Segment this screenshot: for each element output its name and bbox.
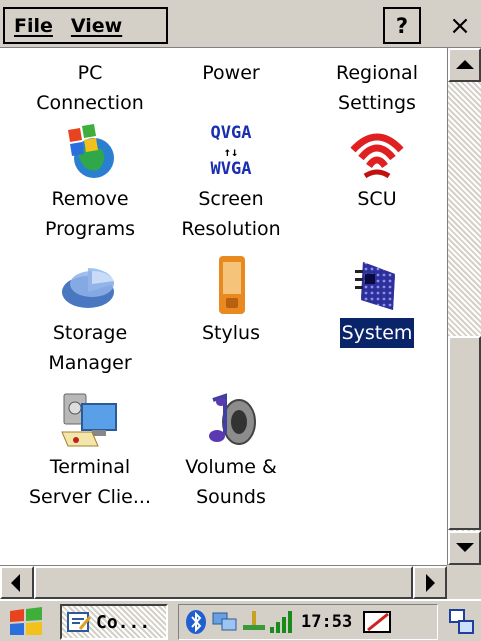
taskbar: Co... 17:53 bbox=[0, 599, 481, 641]
item-label: System bbox=[338, 317, 416, 349]
stylus-icon bbox=[219, 256, 245, 314]
system-icon bbox=[355, 262, 395, 310]
close-button[interactable]: × bbox=[441, 7, 479, 44]
control-panel-content: PC Connection Power Regional Settings Re… bbox=[0, 48, 447, 565]
scroll-right-button[interactable] bbox=[413, 566, 447, 599]
screen-resolution-icon: QVGA ↑↓ WVGA bbox=[211, 123, 252, 179]
signal-strength-icon[interactable] bbox=[269, 609, 293, 635]
item-scu[interactable]: SCU bbox=[307, 120, 447, 214]
network-icon[interactable] bbox=[211, 609, 239, 635]
input-panel-icon[interactable] bbox=[362, 608, 394, 636]
item-label: Server Clie... bbox=[29, 486, 151, 508]
horizontal-scroll-thumb[interactable] bbox=[34, 566, 413, 599]
item-label: Regional bbox=[336, 62, 418, 84]
item-label: Screen bbox=[198, 188, 264, 210]
menu-bar: File View ? × bbox=[0, 0, 481, 48]
item-power[interactable]: Power bbox=[161, 58, 301, 88]
taskbar-window-button[interactable]: Co... bbox=[60, 604, 168, 640]
arrow-right-icon bbox=[426, 574, 435, 592]
power-plug-icon[interactable] bbox=[241, 609, 267, 635]
clock[interactable]: 17:53 bbox=[301, 612, 352, 632]
item-label: Stylus bbox=[202, 322, 260, 344]
item-label: PC bbox=[77, 62, 103, 84]
item-volume-sounds[interactable]: Volume & Sounds bbox=[161, 388, 301, 512]
item-label: Resolution bbox=[181, 218, 281, 240]
item-label: Manager bbox=[48, 352, 132, 374]
arrow-up-icon bbox=[455, 60, 474, 69]
vertical-scrollbar[interactable] bbox=[447, 48, 481, 565]
arrow-down-icon bbox=[455, 543, 474, 552]
icon-wvga-text: WVGA bbox=[211, 159, 252, 179]
item-label: Remove bbox=[51, 188, 129, 210]
item-remove-programs[interactable]: Remove Programs bbox=[20, 120, 160, 244]
arrow-left-icon bbox=[11, 574, 20, 592]
item-label: Power bbox=[202, 62, 260, 84]
menu-group: File View bbox=[3, 7, 168, 44]
item-label: Sounds bbox=[196, 486, 266, 508]
view-menu[interactable]: View bbox=[62, 15, 131, 37]
item-label: Connection bbox=[36, 92, 144, 114]
storage-manager-icon bbox=[62, 268, 114, 308]
item-regional-settings[interactable]: Regional Settings bbox=[307, 58, 447, 118]
terminal-server-icon bbox=[61, 393, 117, 447]
item-screen-resolution[interactable]: QVGA ↑↓ WVGA Screen Resolution bbox=[161, 120, 301, 244]
item-terminal-server[interactable]: Terminal Server Clie... bbox=[20, 388, 160, 512]
remove-programs-icon bbox=[68, 124, 114, 178]
icon-arrows-text: ↑↓ bbox=[224, 145, 238, 159]
scroll-left-button[interactable] bbox=[0, 566, 34, 599]
item-label: SCU bbox=[357, 188, 397, 210]
scrollbar-corner bbox=[447, 565, 481, 599]
item-label: Programs bbox=[44, 218, 136, 240]
bluetooth-icon[interactable] bbox=[185, 609, 207, 635]
item-label: Terminal bbox=[49, 456, 131, 478]
scroll-down-button[interactable] bbox=[448, 531, 481, 565]
item-system[interactable]: System bbox=[307, 254, 447, 349]
horizontal-scrollbar[interactable] bbox=[0, 565, 447, 599]
help-button[interactable]: ? bbox=[383, 7, 421, 44]
volume-sounds-icon bbox=[209, 393, 256, 445]
scu-icon bbox=[350, 133, 404, 179]
item-label: Settings bbox=[338, 92, 416, 114]
item-stylus[interactable]: Stylus bbox=[161, 254, 301, 348]
show-desktop-icon[interactable] bbox=[447, 607, 477, 637]
item-pc-connection[interactable]: PC Connection bbox=[20, 58, 160, 118]
start-windows-flag-icon[interactable] bbox=[6, 605, 48, 639]
vertical-scroll-thumb[interactable] bbox=[448, 336, 481, 530]
taskbar-window-label: Co... bbox=[96, 611, 151, 633]
item-label: Storage bbox=[52, 322, 128, 344]
control-panel-icon bbox=[67, 612, 92, 632]
scroll-up-button[interactable] bbox=[448, 48, 481, 82]
file-menu[interactable]: File bbox=[5, 15, 62, 37]
icon-qvga-text: QVGA bbox=[211, 123, 252, 143]
item-storage-manager[interactable]: Storage Manager bbox=[20, 254, 160, 378]
item-label: Volume & bbox=[185, 456, 277, 478]
notification-tray: 17:53 bbox=[178, 604, 438, 640]
